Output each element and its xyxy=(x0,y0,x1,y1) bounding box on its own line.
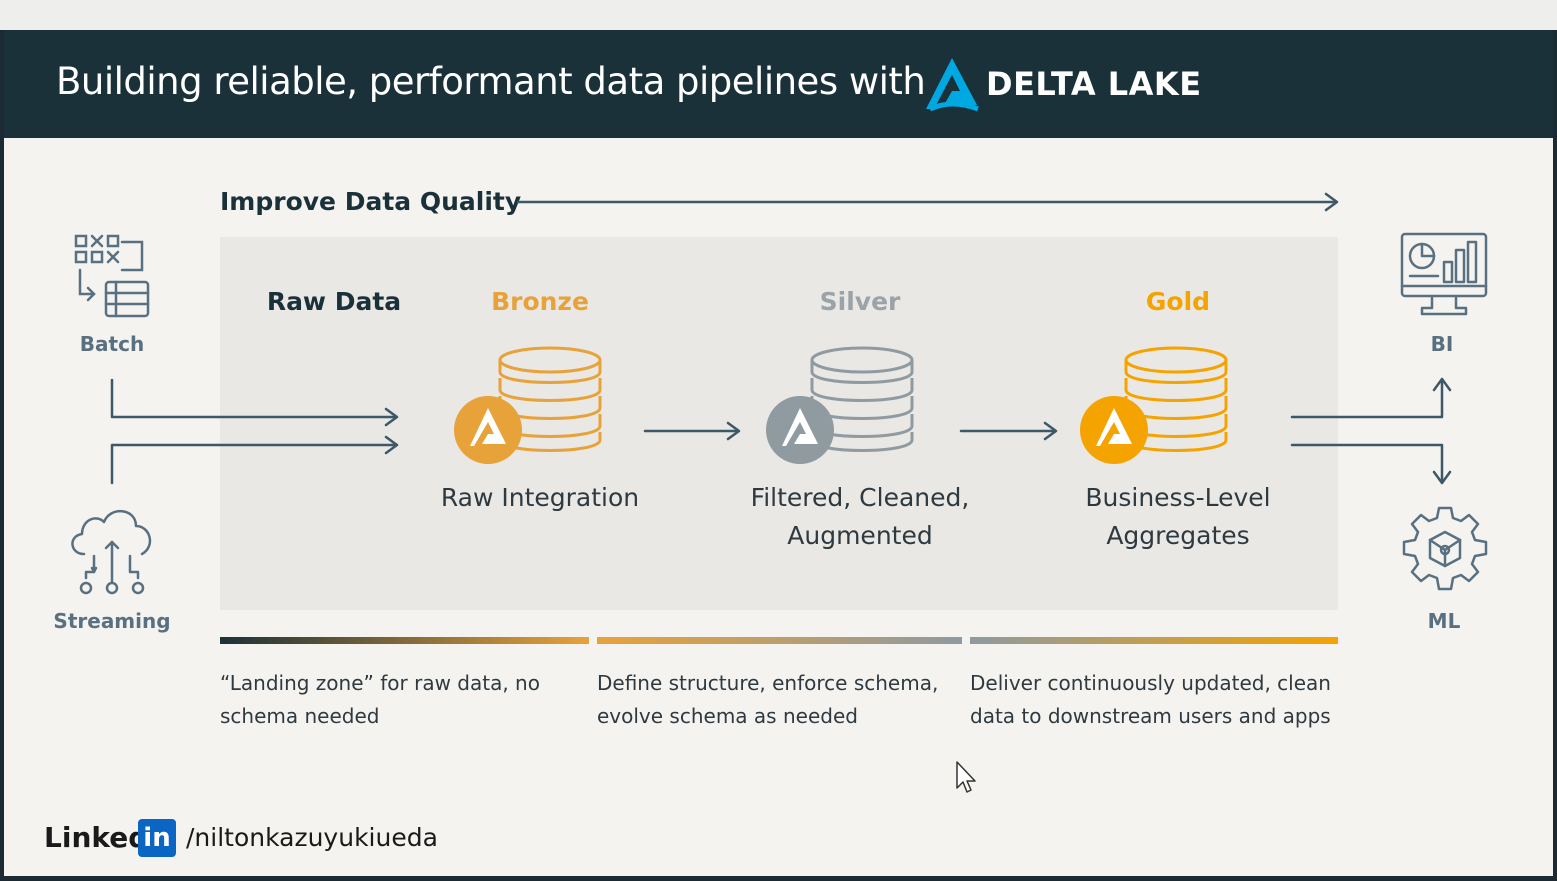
bronze-database-icon xyxy=(454,346,602,464)
linkedin-in-icon: in xyxy=(138,819,176,857)
linkedin-handle[interactable]: /niltonkazuyukiueda xyxy=(186,823,438,852)
batch-icon xyxy=(74,234,150,318)
streaming-icon xyxy=(71,510,152,595)
gold-database-icon xyxy=(1080,346,1228,464)
bronze-delta-badge-icon xyxy=(454,396,522,464)
slide: Building reliable, performant data pipel… xyxy=(4,30,1553,876)
linkedin-wordmark: Linked xyxy=(44,821,149,854)
silver-database-icon xyxy=(766,346,914,464)
silver-delta-badge-icon xyxy=(766,396,834,464)
mouse-cursor-icon xyxy=(956,761,976,793)
window-top-strip xyxy=(0,0,1557,30)
ml-gear-icon xyxy=(1402,506,1488,591)
bi-dashboard-icon xyxy=(1400,232,1488,316)
gold-delta-badge-icon xyxy=(1080,396,1148,464)
